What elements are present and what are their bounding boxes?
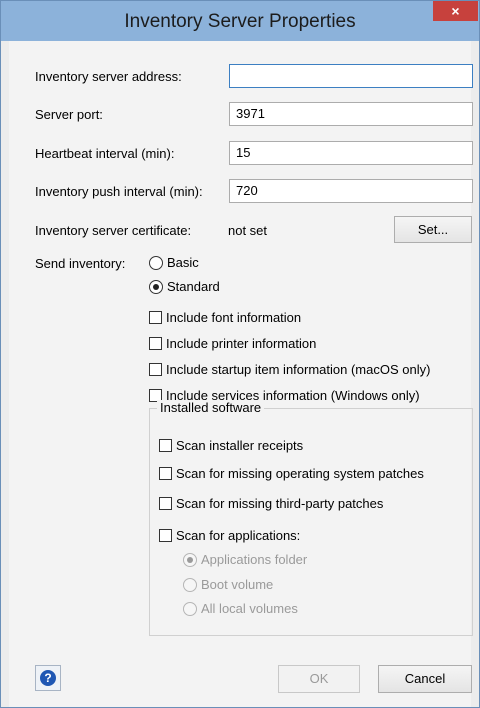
checkbox-third-party-patches-label: Scan for missing third-party patches: [176, 496, 384, 511]
radio-boot-volume-indicator[interactable]: [183, 577, 197, 592]
checkbox-startup-info[interactable]: Include startup item information (macOS …: [149, 362, 430, 377]
checkbox-printer-info-label: Include printer information: [166, 336, 317, 351]
radio-boot-volume[interactable]: Boot volume: [183, 577, 273, 592]
title-bar[interactable]: Inventory Server Properties ×: [1, 1, 479, 41]
cancel-button[interactable]: Cancel: [378, 665, 472, 693]
certificate-status: not set: [228, 223, 268, 238]
server-port-input[interactable]: 3971: [229, 102, 473, 126]
checkbox-startup-info-box[interactable]: [149, 363, 162, 376]
checkbox-font-info-box[interactable]: [149, 311, 162, 324]
radio-all-local-volumes[interactable]: All local volumes: [183, 601, 298, 616]
help-icon: ?: [40, 670, 56, 686]
window-title: Inventory Server Properties: [124, 11, 356, 32]
checkbox-os-patches-box[interactable]: [159, 467, 172, 480]
checkbox-font-info[interactable]: Include font information: [149, 310, 301, 325]
checkbox-installer-receipts-box[interactable]: [159, 439, 172, 452]
checkbox-installer-receipts-label: Scan installer receipts: [176, 438, 304, 453]
server-address-label: Inventory server address:: [35, 69, 182, 84]
radio-applications-folder[interactable]: Applications folder: [183, 552, 307, 567]
checkbox-printer-info[interactable]: Include printer information: [149, 336, 316, 351]
checkbox-scan-applications-box[interactable]: [159, 529, 172, 542]
send-inventory-label: Send inventory:: [35, 256, 126, 271]
checkbox-third-party-patches[interactable]: Scan for missing third-party patches: [159, 496, 383, 511]
close-icon: ×: [451, 3, 460, 19]
server-address-input[interactable]: [229, 64, 473, 88]
server-port-label: Server port:: [35, 107, 103, 122]
radio-applications-folder-label: Applications folder: [201, 552, 308, 567]
radio-applications-folder-indicator[interactable]: [183, 552, 197, 567]
radio-standard-indicator[interactable]: [149, 279, 163, 294]
checkbox-os-patches-label: Scan for missing operating system patche…: [176, 466, 424, 481]
heartbeat-label: Heartbeat interval (min):: [35, 146, 175, 161]
push-interval-label: Inventory push interval (min):: [35, 184, 203, 199]
checkbox-scan-applications-label: Scan for applications:: [176, 528, 301, 543]
radio-basic-label: Basic: [167, 255, 199, 270]
push-interval-input[interactable]: 720: [229, 179, 473, 203]
certificate-label: Inventory server certificate:: [35, 223, 192, 238]
radio-standard[interactable]: Standard: [149, 279, 220, 294]
heartbeat-input[interactable]: 15: [229, 141, 473, 165]
checkbox-printer-info-box[interactable]: [149, 337, 162, 350]
dialog-window: Inventory Server Properties × Inventory …: [0, 0, 480, 708]
checkbox-startup-info-label: Include startup item information (macOS …: [166, 362, 431, 377]
checkbox-font-info-label: Include font information: [166, 310, 302, 325]
radio-boot-volume-label: Boot volume: [201, 577, 274, 592]
checkbox-third-party-patches-box[interactable]: [159, 497, 172, 510]
ok-button[interactable]: OK: [278, 665, 360, 693]
checkbox-scan-applications[interactable]: Scan for applications:: [159, 528, 300, 543]
close-button[interactable]: ×: [433, 1, 478, 21]
checkbox-os-patches[interactable]: Scan for missing operating system patche…: [159, 466, 424, 481]
installed-software-title: Installed software: [157, 400, 265, 415]
radio-standard-label: Standard: [167, 279, 220, 294]
radio-basic[interactable]: Basic: [149, 255, 199, 270]
radio-all-local-volumes-indicator[interactable]: [183, 601, 197, 616]
set-certificate-button[interactable]: Set...: [394, 216, 472, 243]
radio-basic-indicator[interactable]: [149, 255, 163, 270]
radio-all-local-volumes-label: All local volumes: [201, 601, 298, 616]
checkbox-installer-receipts[interactable]: Scan installer receipts: [159, 438, 303, 453]
help-button[interactable]: ?: [35, 665, 61, 691]
